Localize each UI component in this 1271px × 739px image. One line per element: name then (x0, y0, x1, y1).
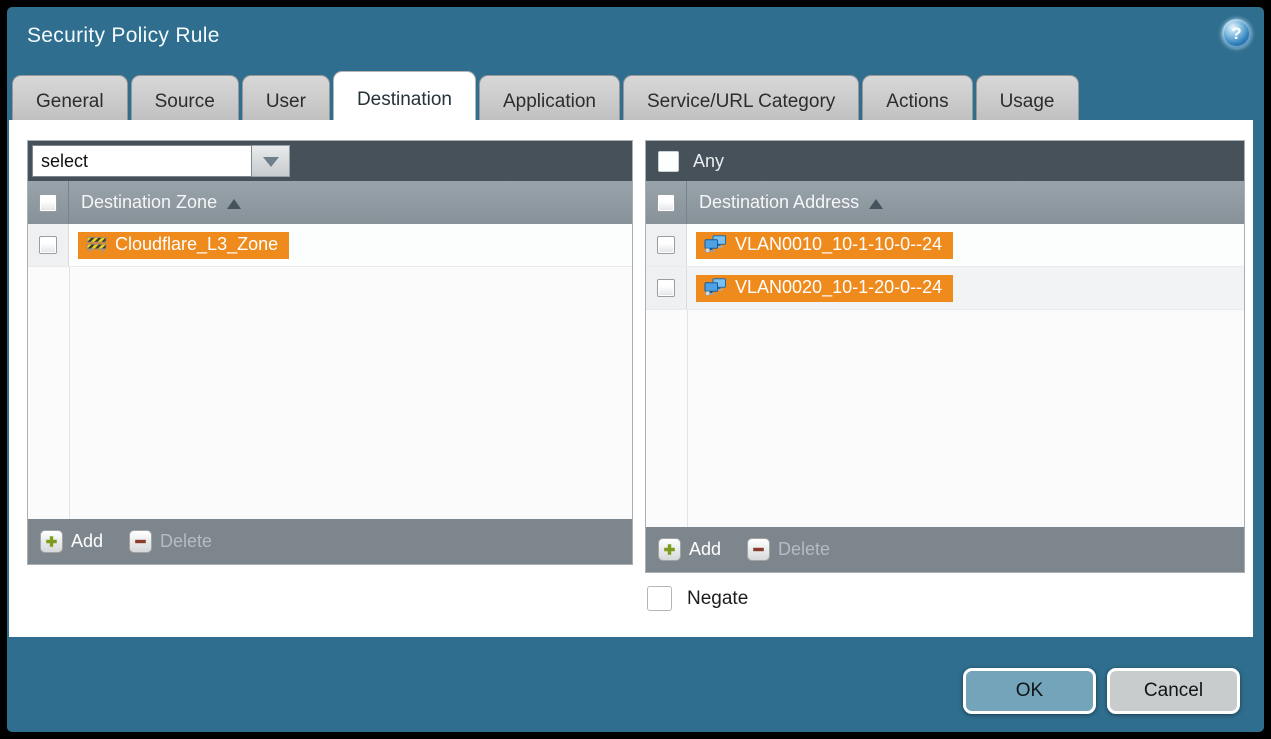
zone-select-all-checkbox[interactable] (39, 194, 57, 212)
negate-label: Negate (687, 588, 748, 610)
dialog-action-buttons: OK Cancel (963, 668, 1240, 714)
table-row[interactable]: VLAN0010_10-1-10-0--24 (646, 224, 1244, 267)
network-icon (704, 235, 727, 253)
any-label: Any (693, 151, 724, 172)
add-button-label: Add (71, 531, 103, 552)
add-button[interactable]: Add (658, 538, 721, 561)
zone-column-header: Destination Zone (28, 181, 632, 224)
destination-address-panel: Any Destination Address (645, 140, 1245, 573)
dialog-title: Security Policy Rule (27, 24, 220, 48)
destination-tab-content: Destination Zone (9, 120, 1253, 637)
cancel-button[interactable]: Cancel (1107, 668, 1240, 714)
address-entry-chip[interactable]: VLAN0020_10-1-20-0--24 (696, 275, 953, 302)
delete-button[interactable]: Delete (747, 538, 830, 561)
address-select-all-checkbox[interactable] (657, 194, 675, 212)
zone-entry-label: Cloudflare_L3_Zone (115, 234, 278, 255)
address-row-checkbox[interactable] (657, 236, 675, 254)
delete-button-label: Delete (778, 539, 830, 560)
minus-icon (747, 538, 770, 561)
delete-button-label: Delete (160, 531, 212, 552)
address-panel-topbar: Any (646, 141, 1244, 181)
address-column-label[interactable]: Destination Address (699, 192, 859, 213)
add-button-label: Add (689, 539, 721, 560)
address-panel-toolbar: Add Delete (646, 527, 1244, 572)
table-row[interactable]: VLAN0020_10-1-20-0--24 (646, 267, 1244, 310)
minus-icon (129, 530, 152, 553)
zone-row-checkbox[interactable] (39, 236, 57, 254)
zone-icon (86, 236, 107, 252)
sort-ascending-icon[interactable] (869, 199, 883, 209)
delete-button[interactable]: Delete (129, 530, 212, 553)
any-checkbox[interactable] (658, 151, 679, 172)
negate-option: Negate (647, 586, 748, 611)
network-icon (704, 278, 727, 296)
sort-ascending-icon[interactable] (227, 199, 241, 209)
zone-panel-topbar (28, 141, 632, 181)
table-row[interactable]: Cloudflare_L3_Zone (28, 224, 632, 267)
plus-icon (658, 538, 681, 561)
zone-entry-chip[interactable]: Cloudflare_L3_Zone (78, 232, 289, 259)
address-column-header: Destination Address (646, 181, 1244, 224)
tab-bar: General Source User Destination Applicat… (12, 67, 1079, 127)
plus-icon (40, 530, 63, 553)
zone-column-label[interactable]: Destination Zone (81, 192, 217, 213)
address-list: VLAN0010_10-1-10-0--24 (646, 224, 1244, 527)
destination-zone-panel: Destination Zone (27, 140, 633, 565)
zone-list: Cloudflare_L3_Zone (28, 224, 632, 519)
zone-select-input[interactable] (32, 145, 252, 177)
address-entry-label: VLAN0020_10-1-20-0--24 (735, 277, 942, 298)
tab-destination[interactable]: Destination (333, 71, 476, 127)
zone-panel-toolbar: Add Delete (28, 519, 632, 564)
address-entry-label: VLAN0010_10-1-10-0--24 (735, 234, 942, 255)
security-policy-rule-dialog: Security Policy Rule ? General Source Us… (7, 7, 1264, 732)
chevron-down-icon (263, 157, 279, 175)
add-button[interactable]: Add (40, 530, 103, 553)
address-row-checkbox[interactable] (657, 279, 675, 297)
help-icon[interactable]: ? (1222, 19, 1251, 48)
zone-select-combo (32, 145, 290, 177)
ok-button[interactable]: OK (963, 668, 1096, 714)
negate-checkbox[interactable] (647, 586, 672, 611)
zone-select-dropdown-button[interactable] (252, 145, 290, 177)
address-entry-chip[interactable]: VLAN0010_10-1-10-0--24 (696, 232, 953, 259)
